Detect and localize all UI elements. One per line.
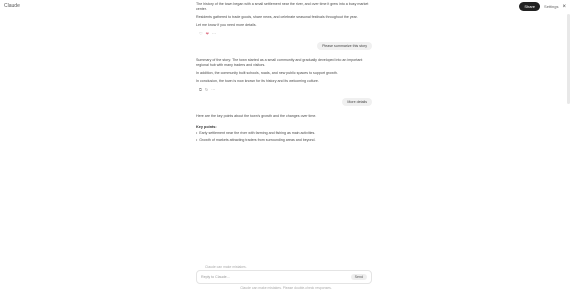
- message-paragraph: In conclusion, the town is now known for…: [196, 79, 319, 83]
- retry-icon[interactable]: ↻: [205, 87, 208, 92]
- message-paragraph: Here are the key points about the town's…: [196, 114, 317, 118]
- settings-menu[interactable]: Settings: [544, 4, 558, 9]
- user-message-row: More details: [196, 98, 372, 106]
- list-item-text: Early settlement near the river with far…: [199, 131, 316, 135]
- heart-icon[interactable]: ❤: [206, 31, 209, 36]
- bullet-icon: •: [196, 131, 198, 135]
- reaction-row: ⧉ ↻ ⋯: [199, 87, 372, 92]
- reaction-row: ♡ ❤ ⋯: [199, 31, 372, 36]
- footer-disclaimer: Claude can make mistakes. Please double-…: [240, 286, 332, 290]
- user-message: Please summarize this story: [317, 42, 372, 50]
- message-paragraph: Let me know if you need more details.: [196, 23, 257, 27]
- more-icon[interactable]: ⋯: [211, 87, 215, 92]
- top-right-controls: Share Settings ×: [519, 2, 566, 11]
- composer-actions: Send: [350, 274, 367, 280]
- like-icon[interactable]: ♡: [199, 31, 203, 36]
- scrollbar[interactable]: [567, 14, 570, 104]
- assistant-message: Summary of the story: The town started a…: [196, 58, 372, 84]
- message-paragraph: In addition, the community built schools…: [196, 71, 338, 75]
- close-icon[interactable]: ×: [562, 4, 566, 10]
- more-icon[interactable]: ⋯: [212, 31, 216, 36]
- list-item: • Early settlement near the river with f…: [196, 131, 372, 136]
- bullet-icon: •: [196, 138, 198, 142]
- message-paragraph: Residents gathered to trade goods, share…: [196, 15, 358, 19]
- app-title: Claude: [4, 3, 20, 9]
- user-message: More details: [342, 98, 372, 106]
- list-item: • Growth of markets attracting traders f…: [196, 138, 372, 143]
- message-paragraph: Summary of the story: The town started a…: [196, 58, 363, 67]
- list-item-text: Growth of markets attracting traders fro…: [199, 138, 316, 142]
- list-title: Key points:: [196, 125, 217, 129]
- message-paragraph: The history of the town began with a sma…: [196, 2, 369, 11]
- send-button[interactable]: Send: [350, 274, 367, 280]
- user-message-row: Please summarize this story: [196, 42, 372, 50]
- message-thread: The history of the town began with a sma…: [196, 2, 372, 145]
- assistant-message: Here are the key points about the town's…: [196, 114, 372, 119]
- message-input[interactable]: Reply to Claude...: [201, 275, 230, 279]
- assistant-message: The history of the town began with a sma…: [196, 2, 372, 28]
- composer[interactable]: Reply to Claude... Send: [196, 270, 372, 284]
- composer-hint: Claude can make mistakes.: [205, 265, 247, 269]
- copy-icon[interactable]: ⧉: [199, 87, 202, 92]
- share-button[interactable]: Share: [519, 2, 541, 11]
